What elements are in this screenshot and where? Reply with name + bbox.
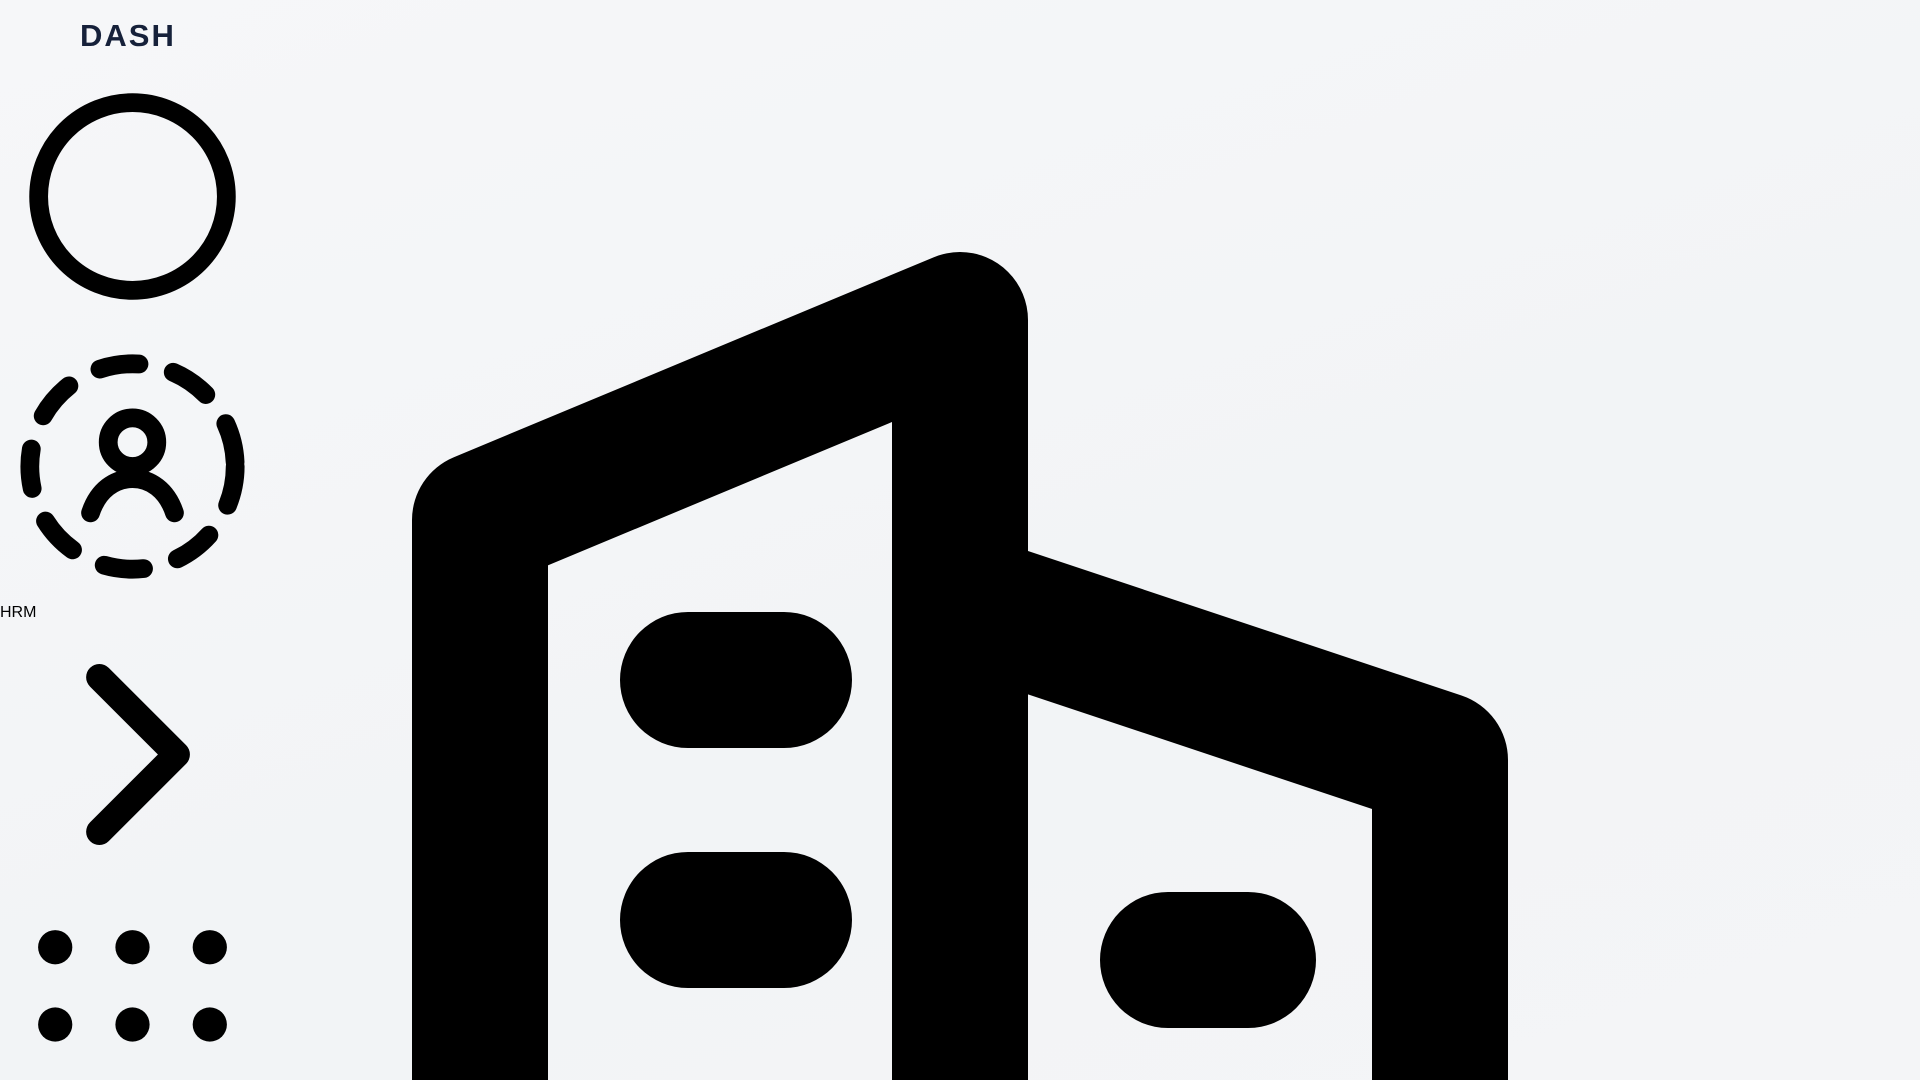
brand-logo[interactable]: DASH	[0, 0, 265, 64]
sidebar: DASH HRMPOSCRMVideo HubVisitorsVisitors …	[0, 0, 265, 1080]
clipped-icon	[0, 316, 265, 333]
sidebar-menu: HRMPOSCRMVideo HubVisitorsVisitors Detai…	[0, 64, 265, 1080]
sidebar-item-label: HRM	[0, 604, 36, 621]
sidebar-item-hrm[interactable]: HRM	[0, 334, 265, 892]
page: DASH HRMPOSCRMVideo HubVisitorsVisitors …	[0, 0, 1920, 1080]
main-area: WorkDo 0 Create Workspace	[0, 0, 1920, 1080]
workspace-selector[interactable]: WorkDo	[0, 0, 1920, 1080]
chevron-right-icon	[0, 874, 265, 891]
brand-logo-text: DASH	[80, 18, 176, 53]
topbar: WorkDo 0 Create Workspace	[0, 0, 1920, 1080]
sidebar-item-pos[interactable]: POS	[0, 892, 265, 1080]
hrm-icon	[0, 586, 265, 603]
building-icon	[0, 0, 1920, 1080]
sidebar-item-clipped[interactable]	[0, 64, 265, 334]
